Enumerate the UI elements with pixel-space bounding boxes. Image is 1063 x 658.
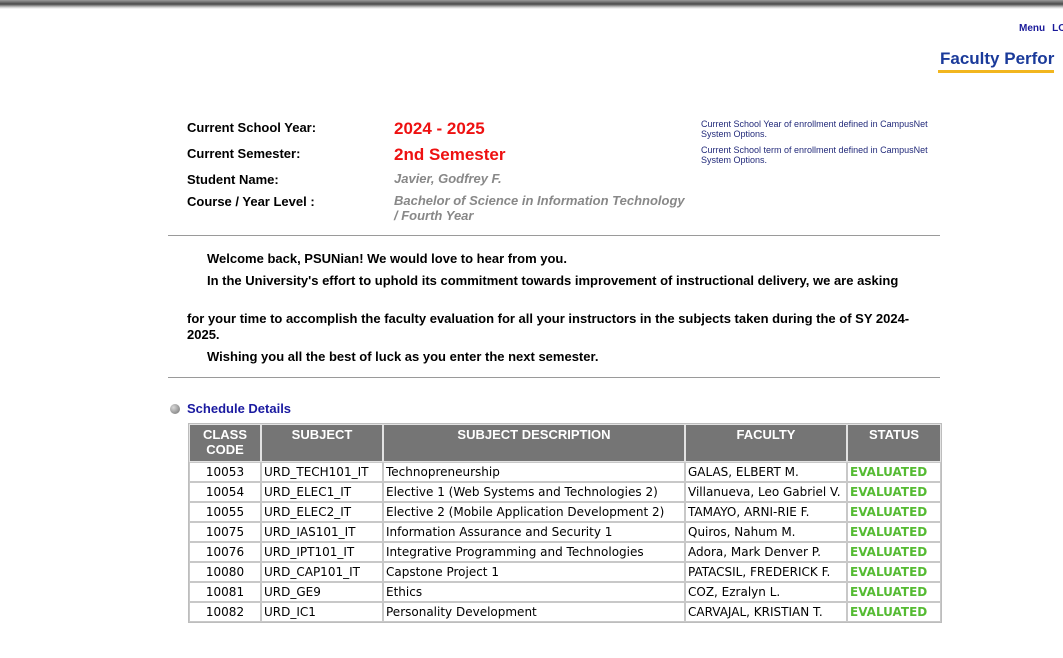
top-banner-strip [0,0,1063,9]
class-code-cell: 10053 [189,462,261,482]
divider [168,235,940,236]
table-row: 10081 URD_GE9 Ethics COZ, Ezralyn L. EVALUAT… [189,582,941,602]
subject-cell: URD_ELEC1_IT [261,482,383,502]
divider [168,377,940,378]
school-year-label: Current School Year: [187,120,317,135]
course-label: Course / Year Level : [187,194,315,209]
subject-cell: URD_ELEC2_IT [261,502,383,522]
status-cell: EVALUATED [847,462,941,482]
subject-description-cell: Personality Development [383,602,685,622]
class-code-cell: 10080 [189,562,261,582]
student-name-label: Student Name: [187,172,279,187]
class-code-cell: 10076 [189,542,261,562]
table-row: 10055 URD_ELEC2_IT Elective 2 (Mobile Appl… [189,502,941,522]
student-name-value: Javier, Godfrey F. [394,171,502,186]
subject-description-cell: Elective 2 (Mobile Application Developme… [383,502,685,522]
subject-description-cell: Integrative Programming and Technologies [383,542,685,562]
header-status: STATUS [847,424,941,462]
subject-cell: URD_IAS101_IT [261,522,383,542]
class-code-cell: 10075 [189,522,261,542]
semester-label: Current Semester: [187,146,301,161]
table-row: 10053 URD_TECH101_IT Technopreneurship GALA… [189,462,941,482]
logout-link[interactable]: LO [1052,23,1063,34]
subject-description-cell: Ethics [383,582,685,602]
school-year-value: 2024 - 2025 [394,119,485,138]
wish-message: Wishing you all the best of luck as you … [207,349,599,364]
subject-cell: URD_TECH101_IT [261,462,383,482]
school-term-note: Current School term of enrollment define… [701,145,928,165]
header-faculty: FACULTY [685,424,847,462]
schedule-table: CLASS CODE SUBJECT SUBJECT DESCRIPTION F… [188,423,942,623]
course-name: Bachelor of Science in Information Techn… [394,193,685,208]
status-cell: EVALUATED [847,502,941,522]
class-code-cell: 10054 [189,482,261,502]
table-row: 10054 URD_ELEC1_IT Elective 1 (Web Systems… [189,482,941,502]
course-value: Bachelor of Science in Information Techn… [394,193,685,223]
schedule-details-heading: Schedule Details [170,401,291,416]
subject-description-cell: Information Assurance and Security 1 [383,522,685,542]
faculty-cell: TAMAYO, ARNI-RIE F. [685,502,847,522]
school-year-note: Current School Year of enrollment define… [701,119,928,139]
subject-cell: URD_IPT101_IT [261,542,383,562]
faculty-cell: Adora, Mark Denver P. [685,542,847,562]
status-cell: EVALUATED [847,582,941,602]
status-cell: EVALUATED [847,562,941,582]
table-row: 10076 URD_IPT101_IT Integrative Programmin… [189,542,941,562]
status-cell: EVALUATED [847,482,941,502]
table-row: 10082 URD_IC1 Personality Development CARVA… [189,602,941,622]
subject-description-cell: Capstone Project 1 [383,562,685,582]
menu-link[interactable]: Menu [1019,23,1045,34]
table-row: 10080 URD_CAP101_IT Capstone Project 1 PATA… [189,562,941,582]
faculty-cell: Quiros, Nahum M. [685,522,847,542]
subject-cell: URD_CAP101_IT [261,562,383,582]
faculty-cell: Villanueva, Leo Gabriel V. [685,482,847,502]
table-header-row: CLASS CODE SUBJECT SUBJECT DESCRIPTION F… [189,424,941,462]
status-cell: EVALUATED [847,602,941,622]
class-code-cell: 10081 [189,582,261,602]
subject-description-cell: Technopreneurship [383,462,685,482]
semester-value: 2nd Semester [394,145,506,164]
top-links: Menu LO [1019,23,1063,34]
header-class-code: CLASS CODE [189,424,261,462]
subject-cell: URD_GE9 [261,582,383,602]
class-code-cell: 10055 [189,502,261,522]
page-title: Faculty Perfor [938,49,1055,73]
class-code-cell: 10082 [189,602,261,622]
request-message: for your time to accomplish the faculty … [187,311,910,342]
subject-cell: URD_IC1 [261,602,383,622]
welcome-message: Welcome back, PSUNian! We would love to … [207,251,567,266]
bullet-icon [170,404,180,414]
faculty-cell: PATACSIL, FREDERICK F. [685,562,847,582]
status-cell: EVALUATED [847,542,941,562]
status-cell: EVALUATED [847,522,941,542]
header-subject: SUBJECT [261,424,383,462]
effort-message: In the University's effort to uphold its… [207,273,899,288]
faculty-cell: COZ, Ezralyn L. [685,582,847,602]
faculty-cell: CARVAJAL, KRISTIAN T. [685,602,847,622]
subject-description-cell: Elective 1 (Web Systems and Technologies… [383,482,685,502]
year-level: / Fourth Year [394,208,474,223]
schedule-details-title: Schedule Details [187,401,292,416]
table-row: 10075 URD_IAS101_IT Information Assurance … [189,522,941,542]
header-subject-description: SUBJECT DESCRIPTION [383,424,685,462]
faculty-cell: GALAS, ELBERT M. [685,462,847,482]
